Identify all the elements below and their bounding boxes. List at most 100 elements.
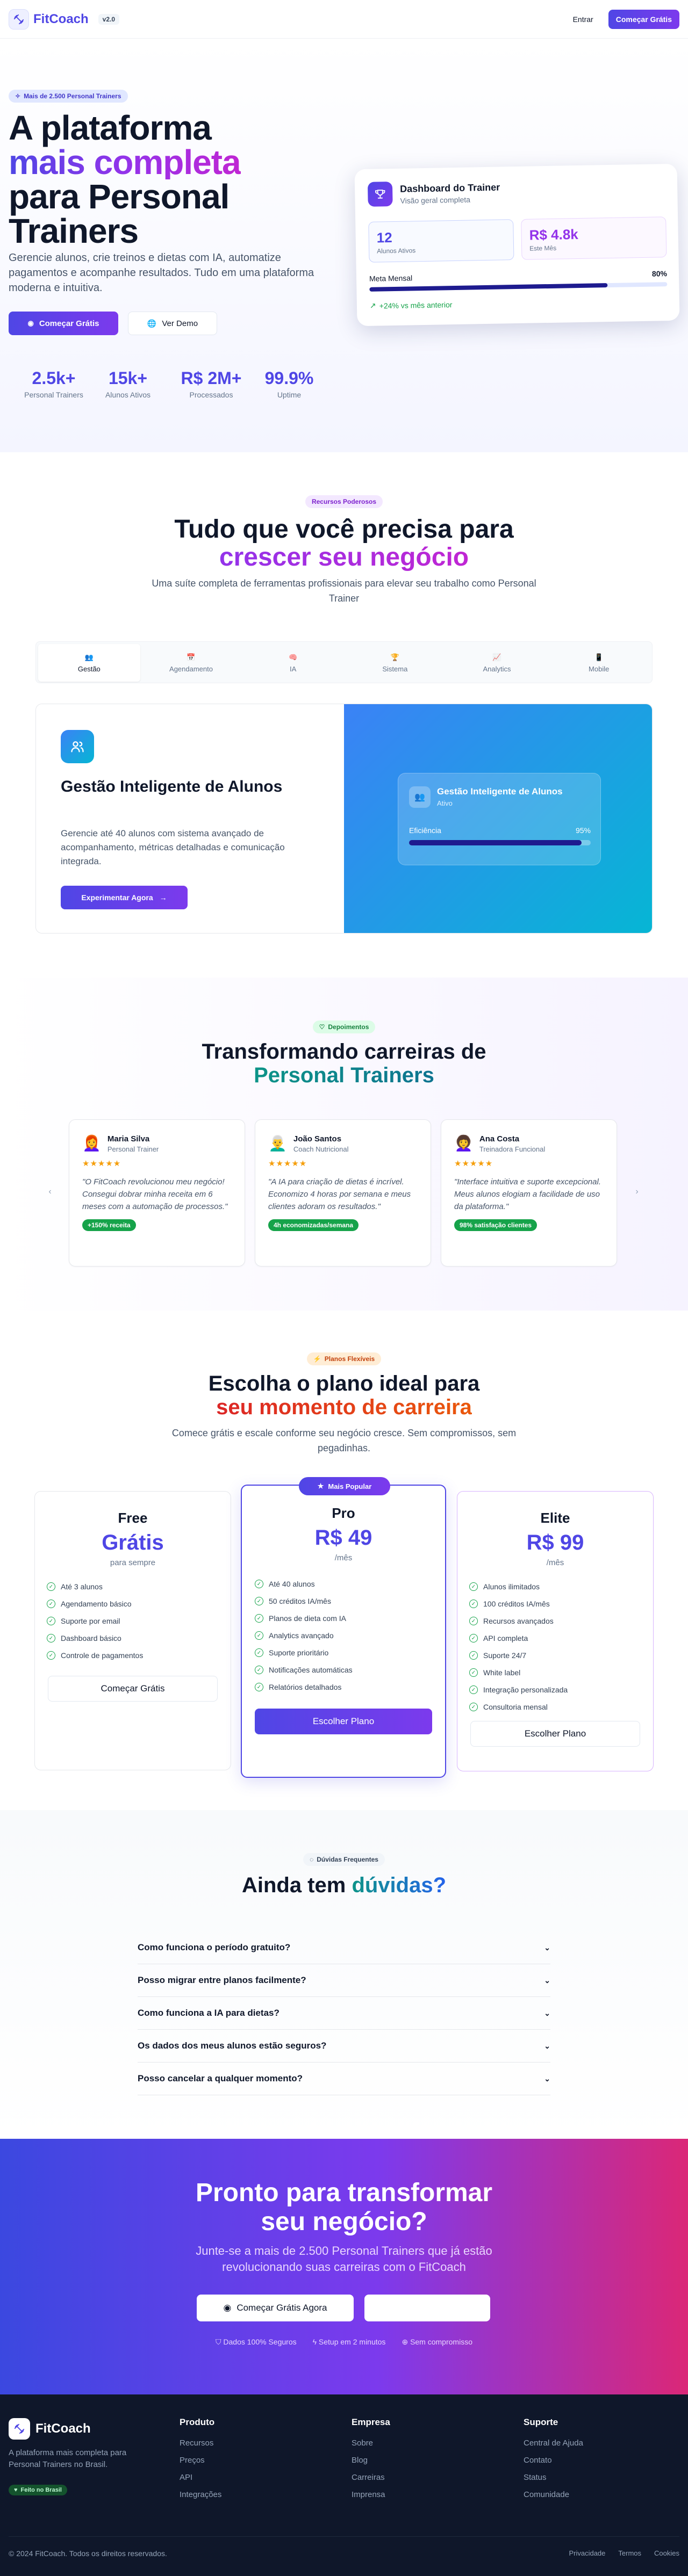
- legal-link-terms[interactable]: Termos: [618, 2543, 641, 2564]
- stat-label: Alunos Ativos: [105, 390, 151, 399]
- testimonial-card: 👩‍🦰 Maria Silva Personal Trainer ★★★★★ "O …: [69, 1119, 245, 1267]
- footer-link[interactable]: Sobre: [352, 2438, 390, 2456]
- tab-label: Mobile: [589, 664, 610, 673]
- result-badge: +150% receita: [82, 1219, 136, 1231]
- footer-link[interactable]: Preços: [180, 2456, 221, 2473]
- tab-sistema[interactable]: 🏆 Sistema: [344, 644, 446, 682]
- preview-metric-value: 95%: [575, 826, 591, 835]
- tab-gestao[interactable]: 👥 Gestão: [38, 644, 140, 682]
- tab-ia[interactable]: 🧠 IA: [242, 644, 344, 682]
- chevron-down-icon: ⌄: [544, 2041, 550, 2050]
- tab-agendamento[interactable]: 📅 Agendamento: [140, 644, 242, 682]
- plan-feature: ✓ Controle de pagamentos: [47, 1647, 219, 1664]
- author-name: João Santos: [293, 1134, 342, 1144]
- footer-column-title: Produto: [180, 2417, 215, 2427]
- shield-icon: ⛉: [216, 2338, 221, 2346]
- dumbbell-icon: [14, 2423, 25, 2434]
- metric-card-revenue: R$ 4.8k Este Mês: [521, 216, 667, 260]
- result-badge: 98% satisfação clientes: [454, 1219, 538, 1231]
- footer-link[interactable]: Status: [524, 2473, 583, 2490]
- footer-column-suporte: Suporte Central de Ajuda Contato Status …: [524, 2417, 583, 2507]
- legal-link-cookies[interactable]: Cookies: [654, 2543, 679, 2564]
- dashboard-subtitle: Visão geral completa: [400, 195, 471, 205]
- legal-link-privacy[interactable]: Privacidade: [569, 2543, 605, 2564]
- chevron-down-icon: ⌄: [544, 1943, 550, 1952]
- plan-feature-text: Suporte prioritário: [269, 1648, 329, 1657]
- hero-stats: 2.5k+ Personal Trainers 15k+ Alunos Ativos…: [9, 368, 321, 399]
- plan-feature-text: Suporte por email: [61, 1617, 120, 1625]
- testimonial-quote: "Interface intuitiva e suporte excepcion…: [454, 1177, 601, 1211]
- footer-tagline: A plataforma mais completa para Personal…: [9, 2448, 127, 2469]
- footer-link[interactable]: Integrações: [180, 2490, 221, 2507]
- carousel-prev-button[interactable]: ‹: [44, 1186, 56, 1198]
- logo-text[interactable]: FitCoach: [33, 12, 89, 27]
- tab-mobile[interactable]: 📱 Mobile: [548, 644, 650, 682]
- trophy-icon: [367, 182, 393, 207]
- plan-card-elite: Elite R$ 99 /mês ✓ Alunos ilimitados ✓ 100…: [457, 1491, 654, 1771]
- try-now-label: Experimentar Agora: [81, 893, 153, 902]
- lightning-icon: ϟ: [312, 2338, 317, 2346]
- faq-item[interactable]: Posso migrar entre planos facilmente? ⌄: [138, 1964, 550, 1997]
- footer-link[interactable]: Comunidade: [524, 2490, 583, 2507]
- footer-divider: [9, 2536, 679, 2537]
- plan-feature-text: 100 créditos IA/mês: [483, 1600, 550, 1608]
- users-icon: 👥: [409, 786, 431, 808]
- footer-column-title: Suporte: [524, 2417, 558, 2427]
- plan-feature: ✓ Até 40 alunos: [255, 1575, 432, 1593]
- hero-primary-button[interactable]: ◉ Começar Grátis: [9, 312, 118, 335]
- plan-feature: ✓ Suporte 24/7: [469, 1647, 641, 1664]
- footer-link[interactable]: Recursos: [180, 2438, 221, 2456]
- faq-item[interactable]: Como funciona o período gratuito? ⌄: [138, 1931, 550, 1964]
- logo-mark[interactable]: [9, 9, 29, 30]
- nav-cta-button[interactable]: Começar Grátis: [608, 9, 679, 29]
- check-icon: ✓: [47, 1651, 55, 1660]
- footer-link[interactable]: Blog: [352, 2456, 390, 2473]
- dashboard-preview-card: Dashboard do Trainer Visão geral complet…: [354, 163, 680, 327]
- plan-feature: ✓ Alunos ilimitados: [469, 1578, 641, 1595]
- feature-panel-visual: 👥 Gestão Inteligente de Alunos Ativo Efi…: [344, 704, 652, 933]
- choose-pro-button[interactable]: Escolher Plano: [255, 1709, 432, 1734]
- metric-value: R$ 4.8k: [529, 226, 579, 243]
- plan-feature: ✓ Agendamento básico: [47, 1595, 219, 1612]
- faq-item[interactable]: Como funciona a IA para dietas? ⌄: [138, 1997, 550, 2030]
- users-icon: 👥: [84, 653, 94, 661]
- carousel-next-button[interactable]: ›: [631, 1186, 643, 1198]
- hero-section: ✧ Mais de 2.500 Personal Trainers A plata…: [0, 39, 688, 452]
- pricing-section: ⚡ Planos Flexíveis Escolha o plano ideal …: [0, 1311, 688, 1810]
- cta-section: Pronto para transformar seu negócio? Jun…: [0, 2139, 688, 2394]
- footer-link[interactable]: API: [180, 2473, 221, 2490]
- hero-demo-label: Ver Demo: [162, 319, 198, 328]
- stat-item: 99.9% Uptime: [257, 368, 321, 399]
- features-title-highlight: crescer seu negócio: [219, 543, 469, 571]
- footer-link[interactable]: Central de Ajuda: [524, 2438, 583, 2456]
- choose-free-button[interactable]: Começar Grátis: [48, 1676, 218, 1702]
- feature-panel: Gestão Inteligente de Alunos Gerencie at…: [35, 704, 653, 934]
- tab-analytics[interactable]: 📈 Analytics: [446, 644, 548, 682]
- try-now-button[interactable]: Experimentar Agora →: [61, 886, 188, 909]
- check-icon: ✓: [255, 1614, 263, 1623]
- cta-secondary-button[interactable]: [364, 2295, 490, 2321]
- footer-link[interactable]: Imprensa: [352, 2490, 390, 2507]
- cta-primary-button[interactable]: ◉ Começar Grátis Agora: [197, 2295, 354, 2321]
- hero-subtitle: Gerencie alunos, crie treinos e dietas c…: [9, 252, 314, 294]
- testimonials-badge: ♡ Depoimentos: [312, 1021, 376, 1033]
- footer-link[interactable]: Carreiras: [352, 2473, 390, 2490]
- rating-stars: ★★★★★: [268, 1159, 307, 1168]
- testimonials-badge-text: Depoimentos: [328, 1023, 369, 1031]
- footer-link[interactable]: Contato: [524, 2456, 583, 2473]
- choose-elite-button[interactable]: Escolher Plano: [470, 1721, 640, 1747]
- faq-item[interactable]: Posso cancelar a qualquer momento? ⌄: [138, 2063, 550, 2095]
- hero-title-line1: A plataforma: [9, 108, 212, 147]
- trust-item: ⊕ Sem compromisso: [402, 2338, 472, 2347]
- footer-brand[interactable]: FitCoach: [9, 2418, 91, 2440]
- avatar: 👩‍🦰: [82, 1135, 101, 1152]
- faq-item[interactable]: Os dados dos meus alunos estão seguros? ⌄: [138, 2030, 550, 2063]
- plan-feature-text: Até 40 alunos: [269, 1580, 315, 1588]
- plan-card-pro: ★ Mais Popular Pro R$ 49 /mês ✓ Até 40 alu…: [241, 1477, 446, 1778]
- hero-demo-button[interactable]: 🌐 Ver Demo: [128, 312, 217, 335]
- faq-title-highlight: dúvidas?: [352, 1873, 447, 1897]
- stat-item: R$ 2M+ Processados: [171, 368, 252, 399]
- popular-ribbon: ★ Mais Popular: [299, 1477, 390, 1495]
- login-link[interactable]: Entrar: [573, 15, 593, 24]
- trust-indicators: ⛉ Dados 100% Seguros ϟ Setup em 2 minuto…: [0, 2338, 688, 2347]
